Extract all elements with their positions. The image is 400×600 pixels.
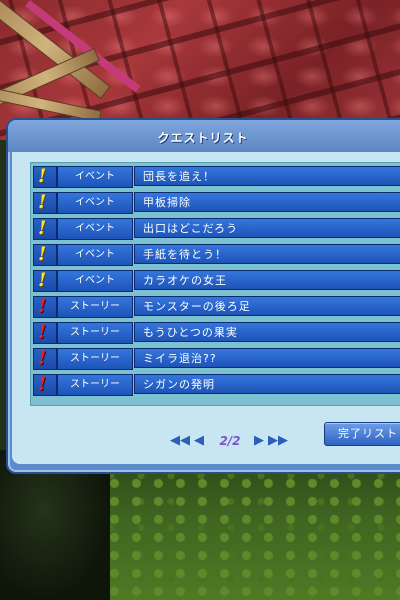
quest-type: イベント: [57, 244, 133, 266]
quest-name: 出口はどこだろう: [134, 218, 400, 238]
window-title: クエストリスト: [157, 131, 249, 145]
quest-row[interactable]: ! イベント 甲板掃除: [33, 191, 400, 214]
page-number: 2/2: [219, 434, 241, 448]
quest-mark-cell: !: [33, 373, 57, 396]
quest-name: 手紙を待とう！: [134, 244, 400, 264]
page-navigator: ◀◀ ◀ 2/2 ▶ ▶▶: [170, 432, 290, 450]
quest-row[interactable]: ! イベント カラオケの女王: [33, 269, 400, 292]
red-exclamation-icon: !: [38, 347, 47, 369]
quest-name: シガンの発明: [134, 374, 400, 394]
left-arrow-icon[interactable]: ◀: [194, 432, 204, 450]
quest-name: カラオケの女王: [134, 270, 400, 290]
yellow-exclamation-icon: !: [38, 243, 47, 265]
quest-mark-cell: !: [33, 321, 57, 344]
quest-name: 団長を追え！: [134, 166, 400, 186]
quest-type: イベント: [57, 218, 133, 240]
quest-row[interactable]: ! ストーリー ミイラ退治??: [33, 347, 400, 370]
quest-type: イベント: [57, 192, 133, 214]
quest-row[interactable]: ! イベント 団長を追え！: [33, 165, 400, 188]
quest-name: もうひとつの果実: [134, 322, 400, 342]
quest-list: ! イベント 団長を追え！ ! イベント 甲板掃除 ! イベント 出口はどこだろ…: [30, 162, 400, 406]
double-right-arrow-icon[interactable]: ▶▶: [268, 432, 288, 450]
window-body: ! イベント 団長を追え！ ! イベント 甲板掃除 ! イベント 出口はどこだろ…: [12, 152, 400, 464]
yellow-exclamation-icon: !: [38, 217, 47, 239]
quest-type: イベント: [57, 270, 133, 292]
red-exclamation-icon: !: [38, 321, 47, 343]
quest-row[interactable]: ! イベント 出口はどこだろう: [33, 217, 400, 240]
quest-mark-cell: !: [33, 347, 57, 370]
quest-name: ミイラ退治??: [134, 348, 400, 368]
quest-type: ストーリー: [57, 348, 133, 370]
red-exclamation-icon: !: [38, 295, 47, 317]
quest-list-window[interactable]: クエストリスト ! イベント 団長を追え！ ! イベント 甲板掃除 ! イベント…: [6, 118, 400, 474]
yellow-exclamation-icon: !: [38, 165, 47, 187]
right-arrow-icon[interactable]: ▶: [254, 432, 264, 450]
quest-type: ストーリー: [57, 322, 133, 344]
quest-type: イベント: [57, 166, 133, 188]
red-exclamation-icon: !: [38, 373, 47, 395]
yellow-exclamation-icon: !: [38, 269, 47, 291]
quest-mark-cell: !: [33, 243, 57, 266]
quest-mark-cell: !: [33, 191, 57, 214]
quest-type: ストーリー: [57, 374, 133, 396]
double-left-arrow-icon[interactable]: ◀◀: [170, 432, 190, 450]
quest-name: モンスターの後ろ足: [134, 296, 400, 316]
quest-type: ストーリー: [57, 296, 133, 318]
yellow-exclamation-icon: !: [38, 191, 47, 213]
quest-row[interactable]: ! ストーリー シガンの発明: [33, 373, 400, 396]
window-title-bar[interactable]: クエストリスト: [8, 120, 400, 152]
completed-list-button[interactable]: 完了リスト: [324, 422, 400, 446]
quest-name: 甲板掃除: [134, 192, 400, 212]
quest-row[interactable]: ! ストーリー もうひとつの果実: [33, 321, 400, 344]
quest-row[interactable]: ! イベント 手紙を待とう！: [33, 243, 400, 266]
quest-row[interactable]: ! ストーリー モンスターの後ろ足: [33, 295, 400, 318]
quest-mark-cell: !: [33, 217, 57, 240]
quest-mark-cell: !: [33, 165, 57, 188]
quest-mark-cell: !: [33, 269, 57, 292]
quest-mark-cell: !: [33, 295, 57, 318]
